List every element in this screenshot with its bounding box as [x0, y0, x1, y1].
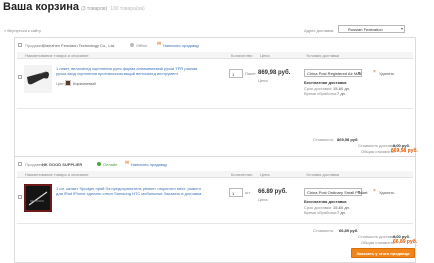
item-2-quantity-input[interactable]: 1	[229, 188, 243, 197]
offline-status-icon	[130, 43, 134, 47]
chevron-down-icon: ▾	[400, 26, 403, 31]
cart-column-header: Наименование товара и описание Количеств…	[17, 52, 413, 59]
col-price: Цена	[260, 53, 270, 58]
seller-2-checkbox[interactable]	[18, 162, 22, 166]
seller-2-total-label: Общая стоимость:	[361, 240, 396, 245]
item-2-processing-value: 7 дн.	[337, 210, 346, 215]
item-1-remove-link[interactable]: Удалить	[379, 71, 394, 76]
item-1-processing-label: Время обработки:	[304, 91, 338, 96]
shipping-country-select[interactable]: Russian Federation ▾	[338, 25, 405, 42]
seller-block-2-frame: Продавец: HK GOOD SUPPLIER Онлайн ✉ Напи…	[14, 156, 418, 263]
russia-flag-icon	[340, 28, 347, 42]
seller-1-total-value: 869,98 руб.	[391, 148, 418, 154]
seller-1-cost-value: 869,98 руб.	[337, 137, 359, 142]
seller-2-cost-value: 66,89 руб.	[339, 228, 359, 233]
close-icon[interactable]: ×	[373, 189, 376, 194]
chevron-down-icon: ▾	[357, 189, 360, 194]
seller-2-ship-cost-label: Стоимость доставки:	[358, 234, 397, 239]
item-1-price: 869,98 руб.	[258, 70, 291, 76]
close-icon[interactable]: ×	[373, 70, 376, 75]
item-1-processing-value: 7 дн.	[337, 91, 346, 96]
seller-1-message-link[interactable]: Написать продавцу	[163, 43, 199, 48]
seller-1-name[interactable]: Shenzhen Fenxiaon Technology Co., Ltd.	[42, 43, 115, 48]
item-2-price-note: Цена	[258, 197, 268, 202]
divider	[17, 223, 413, 224]
page-title-text: Ваша корзина	[3, 1, 80, 13]
item-2-price: 66.89 руб.	[258, 189, 287, 195]
col-quantity: Количество	[231, 53, 253, 58]
divider	[17, 108, 413, 109]
shipping-country-value: Russian Federation	[348, 27, 383, 32]
item-1-unit: Пакет	[245, 71, 256, 76]
col-price: Цена	[260, 172, 270, 177]
item-1-image[interactable]	[24, 65, 52, 93]
page-title: Ваша корзина (3 товаров) 100 товара(ов)	[3, 1, 145, 13]
item-2-remove-link[interactable]: Удалить	[379, 190, 394, 195]
col-delivery: Условия доставки	[306, 53, 340, 58]
col-product: Наименование товара и описание	[25, 172, 89, 177]
item-2-image[interactable]	[24, 184, 52, 212]
item-1-shipping-method: China Post Registered Air Mail	[307, 71, 362, 76]
seller-2-message-link[interactable]: Написать продавцу	[131, 162, 167, 167]
item-1-title[interactable]: 1 пакет, велосипед сцепления руля форма …	[56, 66, 198, 76]
cart-note: 100 товара(ов)	[110, 6, 145, 12]
message-icon: ✉	[125, 160, 130, 166]
seller-2-order-button[interactable]: Заказать у этого продавца	[351, 248, 415, 258]
seller-2-status: Онлайн	[103, 162, 118, 167]
message-icon: ✉	[157, 41, 162, 47]
item-1-quantity-input[interactable]: 1	[229, 69, 243, 78]
seller-2-name[interactable]: HK GOOD SUPPLIER	[42, 162, 82, 167]
item-1-checkbox[interactable]	[18, 75, 22, 79]
item-2-title[interactable]: 1 шт. катаит Spudger пряй Sa предохранит…	[56, 186, 204, 196]
chevron-down-icon: ▾	[357, 70, 360, 75]
item-2-unit: шт.	[245, 190, 251, 195]
item-1-shipping-select[interactable]: China Post Registered Air Mail ▾	[304, 69, 362, 77]
item-1-price-note: Цена	[258, 78, 268, 83]
seller-block-1: Продавец: Shenzhen Fenxiaon Technology C…	[14, 37, 418, 174]
seller-1-cost-label: Стоимость:	[313, 137, 335, 142]
seller-2-cost-label: Стоимость:	[313, 228, 335, 233]
item-2-checkbox[interactable]	[18, 195, 22, 199]
item-2-free-shipping: Бесплатная доставка	[304, 199, 347, 204]
cart-column-header: Наименование товара и описание Количеств…	[17, 171, 413, 178]
item-1-free-shipping: Бесплатная доставка	[304, 80, 347, 85]
col-product: Наименование товара и описание	[25, 53, 89, 58]
item-1-color-value: Коричневый	[73, 81, 96, 86]
seller-1-status: Offline	[136, 43, 148, 48]
online-status-icon	[97, 162, 101, 166]
col-delivery: Условия доставки	[306, 172, 340, 177]
seller-2-total-value: 66,89 руб.	[393, 239, 418, 245]
item-2-processing-label: Время обработки:	[304, 210, 338, 215]
back-to-site-link[interactable]: « Вернуться к сайту	[4, 28, 41, 33]
shipping-address-label: Адрес доставки:	[304, 28, 335, 33]
col-quantity: Количество	[231, 172, 253, 177]
item-2-quantity-value: 1	[232, 191, 235, 196]
cart-count: (3 товаров)	[81, 6, 108, 12]
seller-1-checkbox[interactable]	[18, 43, 22, 47]
item-2-shipping-select[interactable]: China Post Ordinary Small Packet ▾	[304, 188, 367, 196]
item-1-quantity-value: 1	[232, 72, 235, 77]
item-1-color-swatch	[65, 80, 71, 86]
